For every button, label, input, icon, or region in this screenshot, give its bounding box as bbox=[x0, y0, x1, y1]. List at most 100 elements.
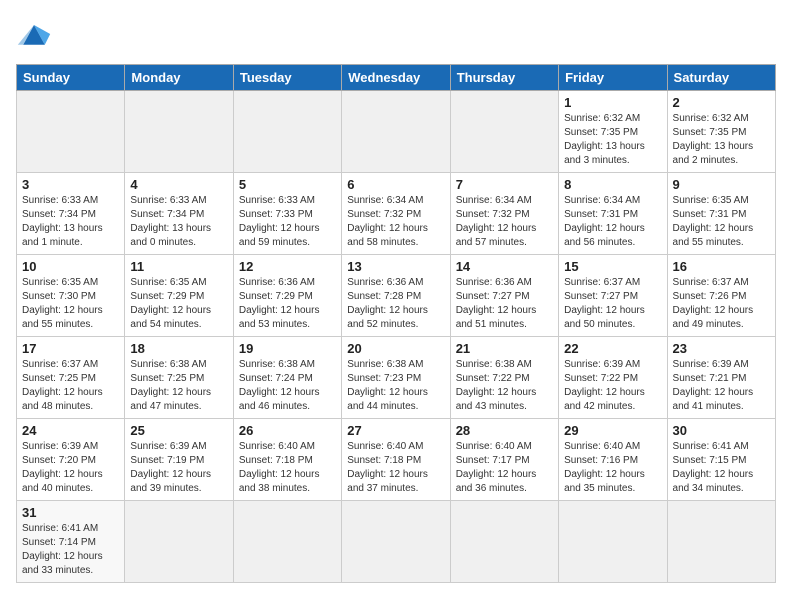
calendar-cell: 2 Sunrise: 6:32 AM Sunset: 7:35 PM Daylig… bbox=[667, 91, 775, 173]
day-of-week-header: Tuesday bbox=[233, 65, 341, 91]
calendar-body: 1 Sunrise: 6:32 AM Sunset: 7:35 PM Daylig… bbox=[17, 91, 776, 583]
day-number: 25 bbox=[130, 423, 227, 438]
calendar-week-row: 17Sunrise: 6:37 AM Sunset: 7:25 PM Dayli… bbox=[17, 337, 776, 419]
day-number: 9 bbox=[673, 177, 770, 192]
day-info: Sunrise: 6:40 AM Sunset: 7:16 PM Dayligh… bbox=[564, 440, 661, 496]
calendar-cell: 21Sunrise: 6:38 AM Sunset: 7:22 PM Dayli… bbox=[450, 337, 558, 419]
calendar-cell: 22 Sunrise: 6:39 AM Sunset: 7:22 PM Dayli… bbox=[559, 337, 667, 419]
day-info: Sunrise: 6:39 AM Sunset: 7:19 PM Dayligh… bbox=[130, 440, 227, 496]
day-of-week-header: Friday bbox=[559, 65, 667, 91]
day-info: Sunrise: 6:40 AM Sunset: 7:18 PM Dayligh… bbox=[239, 440, 336, 496]
day-info: Sunrise: 6:35 AM Sunset: 7:30 PM Dayligh… bbox=[22, 276, 119, 332]
calendar-cell: 11 Sunrise: 6:35 AM Sunset: 7:29 PM Dayli… bbox=[125, 255, 233, 337]
day-number: 27 bbox=[347, 423, 444, 438]
calendar-week-row: 1 Sunrise: 6:32 AM Sunset: 7:35 PM Daylig… bbox=[17, 91, 776, 173]
logo-icon bbox=[16, 16, 52, 52]
calendar-cell bbox=[450, 501, 558, 583]
day-info: Sunrise: 6:33 AM Sunset: 7:34 PM Dayligh… bbox=[22, 194, 119, 250]
day-info: Sunrise: 6:38 AM Sunset: 7:22 PM Dayligh… bbox=[456, 358, 553, 414]
day-number: 18 bbox=[130, 341, 227, 356]
calendar-cell bbox=[342, 91, 450, 173]
day-number: 19 bbox=[239, 341, 336, 356]
calendar-cell bbox=[233, 91, 341, 173]
day-number: 23 bbox=[673, 341, 770, 356]
day-info: Sunrise: 6:39 AM Sunset: 7:20 PM Dayligh… bbox=[22, 440, 119, 496]
calendar-cell: 23 Sunrise: 6:39 AM Sunset: 7:21 PM Dayli… bbox=[667, 337, 775, 419]
day-info: Sunrise: 6:39 AM Sunset: 7:21 PM Dayligh… bbox=[673, 358, 770, 414]
calendar-cell: 16 Sunrise: 6:37 AM Sunset: 7:26 PM Dayli… bbox=[667, 255, 775, 337]
day-info: Sunrise: 6:37 AM Sunset: 7:27 PM Dayligh… bbox=[564, 276, 661, 332]
day-info: Sunrise: 6:36 AM Sunset: 7:29 PM Dayligh… bbox=[239, 276, 336, 332]
day-number: 31 bbox=[22, 505, 119, 520]
day-number: 14 bbox=[456, 259, 553, 274]
day-info: Sunrise: 6:33 AM Sunset: 7:33 PM Dayligh… bbox=[239, 194, 336, 250]
page-header bbox=[16, 16, 776, 52]
day-info: Sunrise: 6:37 AM Sunset: 7:26 PM Dayligh… bbox=[673, 276, 770, 332]
calendar-cell: 5 Sunrise: 6:33 AM Sunset: 7:33 PM Daylig… bbox=[233, 173, 341, 255]
calendar-week-row: 3 Sunrise: 6:33 AM Sunset: 7:34 PM Daylig… bbox=[17, 173, 776, 255]
day-number: 5 bbox=[239, 177, 336, 192]
calendar-cell bbox=[17, 91, 125, 173]
day-number: 12 bbox=[239, 259, 336, 274]
calendar-cell: 30 Sunrise: 6:41 AM Sunset: 7:15 PM Dayli… bbox=[667, 419, 775, 501]
calendar-cell: 6Sunrise: 6:34 AM Sunset: 7:32 PM Daylig… bbox=[342, 173, 450, 255]
day-number: 20 bbox=[347, 341, 444, 356]
day-number: 16 bbox=[673, 259, 770, 274]
day-number: 15 bbox=[564, 259, 661, 274]
day-of-week-header: Thursday bbox=[450, 65, 558, 91]
day-info: Sunrise: 6:35 AM Sunset: 7:31 PM Dayligh… bbox=[673, 194, 770, 250]
day-info: Sunrise: 6:36 AM Sunset: 7:28 PM Dayligh… bbox=[347, 276, 444, 332]
calendar-cell: 19 Sunrise: 6:38 AM Sunset: 7:24 PM Dayli… bbox=[233, 337, 341, 419]
calendar-cell bbox=[559, 501, 667, 583]
day-number: 28 bbox=[456, 423, 553, 438]
calendar-cell: 17Sunrise: 6:37 AM Sunset: 7:25 PM Dayli… bbox=[17, 337, 125, 419]
day-number: 13 bbox=[347, 259, 444, 274]
calendar-table: SundayMondayTuesdayWednesdayThursdayFrid… bbox=[16, 64, 776, 583]
day-number: 8 bbox=[564, 177, 661, 192]
calendar-cell: 29 Sunrise: 6:40 AM Sunset: 7:16 PM Dayli… bbox=[559, 419, 667, 501]
day-number: 26 bbox=[239, 423, 336, 438]
calendar-cell: 10 Sunrise: 6:35 AM Sunset: 7:30 PM Dayli… bbox=[17, 255, 125, 337]
calendar-week-row: 31Sunrise: 6:41 AM Sunset: 7:14 PM Dayli… bbox=[17, 501, 776, 583]
calendar-cell: 20 Sunrise: 6:38 AM Sunset: 7:23 PM Dayli… bbox=[342, 337, 450, 419]
day-number: 29 bbox=[564, 423, 661, 438]
day-info: Sunrise: 6:39 AM Sunset: 7:22 PM Dayligh… bbox=[564, 358, 661, 414]
calendar-cell bbox=[125, 501, 233, 583]
day-number: 2 bbox=[673, 95, 770, 110]
calendar-cell: 26 Sunrise: 6:40 AM Sunset: 7:18 PM Dayli… bbox=[233, 419, 341, 501]
calendar-cell: 12 Sunrise: 6:36 AM Sunset: 7:29 PM Dayli… bbox=[233, 255, 341, 337]
calendar-cell: 27Sunrise: 6:40 AM Sunset: 7:18 PM Dayli… bbox=[342, 419, 450, 501]
day-info: Sunrise: 6:41 AM Sunset: 7:15 PM Dayligh… bbox=[673, 440, 770, 496]
day-info: Sunrise: 6:40 AM Sunset: 7:17 PM Dayligh… bbox=[456, 440, 553, 496]
day-number: 3 bbox=[22, 177, 119, 192]
day-number: 11 bbox=[130, 259, 227, 274]
calendar-cell: 4Sunrise: 6:33 AM Sunset: 7:34 PM Daylig… bbox=[125, 173, 233, 255]
day-info: Sunrise: 6:34 AM Sunset: 7:32 PM Dayligh… bbox=[456, 194, 553, 250]
day-number: 10 bbox=[22, 259, 119, 274]
calendar-cell: 28 Sunrise: 6:40 AM Sunset: 7:17 PM Dayli… bbox=[450, 419, 558, 501]
calendar-cell: 25 Sunrise: 6:39 AM Sunset: 7:19 PM Dayli… bbox=[125, 419, 233, 501]
day-number: 22 bbox=[564, 341, 661, 356]
calendar-header-row: SundayMondayTuesdayWednesdayThursdayFrid… bbox=[17, 65, 776, 91]
day-info: Sunrise: 6:32 AM Sunset: 7:35 PM Dayligh… bbox=[673, 112, 770, 168]
calendar-cell: 8 Sunrise: 6:34 AM Sunset: 7:31 PM Daylig… bbox=[559, 173, 667, 255]
calendar-cell: 24Sunrise: 6:39 AM Sunset: 7:20 PM Dayli… bbox=[17, 419, 125, 501]
calendar-cell: 14Sunrise: 6:36 AM Sunset: 7:27 PM Dayli… bbox=[450, 255, 558, 337]
calendar-cell: 13 Sunrise: 6:36 AM Sunset: 7:28 PM Dayli… bbox=[342, 255, 450, 337]
day-info: Sunrise: 6:34 AM Sunset: 7:32 PM Dayligh… bbox=[347, 194, 444, 250]
day-number: 1 bbox=[564, 95, 661, 110]
day-info: Sunrise: 6:38 AM Sunset: 7:24 PM Dayligh… bbox=[239, 358, 336, 414]
calendar-cell bbox=[125, 91, 233, 173]
calendar-week-row: 10 Sunrise: 6:35 AM Sunset: 7:30 PM Dayli… bbox=[17, 255, 776, 337]
calendar-cell: 18 Sunrise: 6:38 AM Sunset: 7:25 PM Dayli… bbox=[125, 337, 233, 419]
calendar-cell bbox=[450, 91, 558, 173]
day-info: Sunrise: 6:38 AM Sunset: 7:23 PM Dayligh… bbox=[347, 358, 444, 414]
day-number: 17 bbox=[22, 341, 119, 356]
calendar-cell: 31Sunrise: 6:41 AM Sunset: 7:14 PM Dayli… bbox=[17, 501, 125, 583]
day-info: Sunrise: 6:38 AM Sunset: 7:25 PM Dayligh… bbox=[130, 358, 227, 414]
day-info: Sunrise: 6:35 AM Sunset: 7:29 PM Dayligh… bbox=[130, 276, 227, 332]
day-info: Sunrise: 6:34 AM Sunset: 7:31 PM Dayligh… bbox=[564, 194, 661, 250]
day-number: 30 bbox=[673, 423, 770, 438]
day-info: Sunrise: 6:32 AM Sunset: 7:35 PM Dayligh… bbox=[564, 112, 661, 168]
day-number: 7 bbox=[456, 177, 553, 192]
